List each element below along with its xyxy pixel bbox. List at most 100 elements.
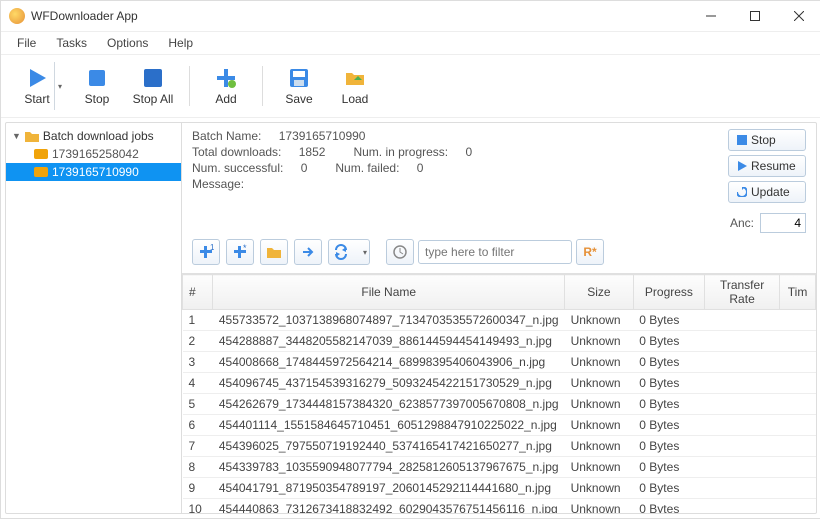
table-row[interactable]: 10454440863_7312673418832492_60290435767…	[183, 499, 816, 514]
col-time[interactable]: Tim	[780, 275, 816, 310]
table-row[interactable]: 1455733572_1037138968074897_713470353557…	[183, 310, 816, 331]
cell-time	[780, 310, 816, 331]
batch-stop-label: Stop	[751, 133, 776, 147]
plus-icon	[214, 66, 238, 90]
toolbar-separator	[262, 66, 263, 106]
cell-progress: 0 Bytes	[633, 457, 704, 478]
batch-update-label: Update	[751, 185, 790, 199]
tree-item-label: 1739165258042	[52, 147, 139, 161]
add-many-button[interactable]: *	[226, 239, 254, 265]
cell-time	[780, 499, 816, 514]
export-button[interactable]	[294, 239, 322, 265]
regex-filter-button[interactable]: R*	[576, 239, 604, 265]
col-rate[interactable]: Transfer Rate	[705, 275, 780, 310]
cell-size: Unknown	[565, 373, 634, 394]
refresh-icon	[737, 187, 747, 197]
cell-rate	[705, 478, 780, 499]
add-label: Add	[215, 92, 236, 106]
table-row[interactable]: 3454008668_1748445972564214_689983954060…	[183, 352, 816, 373]
menu-file[interactable]: File	[9, 34, 44, 52]
table-row[interactable]: 9454041791_871950354789197_2060145292114…	[183, 478, 816, 499]
batch-controls: Stop Resume Update Anc:	[728, 129, 806, 233]
inprog-value: 0	[465, 145, 472, 159]
schedule-button[interactable]	[386, 239, 414, 265]
col-size[interactable]: Size	[565, 275, 634, 310]
cell-file: 454339783_1035590948077794_2825812605137…	[213, 457, 565, 478]
cell-num: 1	[183, 310, 213, 331]
job-tree: ▼ Batch download jobs 1739165258042 17391…	[6, 123, 182, 513]
open-folder-button[interactable]	[260, 239, 288, 265]
cell-num: 10	[183, 499, 213, 514]
cell-size: Unknown	[565, 478, 634, 499]
batch-stop-button[interactable]: Stop	[728, 129, 806, 151]
col-num[interactable]: #	[183, 275, 213, 310]
cell-progress: 0 Bytes	[633, 415, 704, 436]
filter-input[interactable]	[418, 240, 572, 264]
stopall-label: Stop All	[133, 92, 174, 106]
batch-update-button[interactable]: Update	[728, 181, 806, 203]
cell-file: 454288887_3448205582147039_8861445944541…	[213, 331, 565, 352]
anc-input[interactable]	[760, 213, 806, 233]
stop-button[interactable]: Stop	[73, 62, 121, 110]
cell-file: 455733572_1037138968074897_7134703535572…	[213, 310, 565, 331]
cell-num: 7	[183, 436, 213, 457]
table-row[interactable]: 7454396025_797550719192440_5374165417421…	[183, 436, 816, 457]
menu-help[interactable]: Help	[160, 34, 201, 52]
downloads-table[interactable]: # File Name Size Progress Transfer Rate …	[182, 273, 816, 513]
start-dropdown-caret[interactable]: ▾	[54, 62, 65, 110]
detail-pane: Batch Name: 1739165710990 Total download…	[182, 123, 816, 513]
cell-progress: 0 Bytes	[633, 373, 704, 394]
cell-file: 454041791_871950354789197_20601452921144…	[213, 478, 565, 499]
cell-time	[780, 415, 816, 436]
job-icon	[34, 167, 48, 177]
stopall-button[interactable]: Stop All	[129, 62, 177, 110]
save-button[interactable]: Save	[275, 62, 323, 110]
cell-size: Unknown	[565, 310, 634, 331]
subtoolbar: 1 * ▾ R*	[182, 235, 816, 269]
cell-rate	[705, 373, 780, 394]
cell-progress: 0 Bytes	[633, 310, 704, 331]
table-row[interactable]: 8454339783_1035590948077794_282581260513…	[183, 457, 816, 478]
load-button[interactable]: Load	[331, 62, 379, 110]
table-row[interactable]: 5454262679_1734448157384320_623857739700…	[183, 394, 816, 415]
svg-text:1: 1	[210, 244, 214, 252]
col-file[interactable]: File Name	[213, 275, 565, 310]
total-label: Total downloads:	[192, 145, 281, 159]
table-row[interactable]: 2454288887_3448205582147039_886144594454…	[183, 331, 816, 352]
batch-name-value: 1739165710990	[279, 129, 366, 143]
add-button[interactable]: Add	[202, 62, 250, 110]
table-row[interactable]: 6454401114_1551584645710451_605129884791…	[183, 415, 816, 436]
tree-item[interactable]: 1739165258042	[6, 145, 181, 163]
cell-rate	[705, 310, 780, 331]
sync-button[interactable]: ▾	[328, 239, 370, 265]
anc-label: Anc:	[730, 216, 754, 230]
cell-file: 454262679_1734448157384320_6238577397005…	[213, 394, 565, 415]
cell-rate	[705, 499, 780, 514]
maximize-button[interactable]	[733, 1, 777, 31]
start-label: Start	[24, 92, 49, 106]
table-row[interactable]: 4454096745_437154539316279_5093245422151…	[183, 373, 816, 394]
menu-tasks[interactable]: Tasks	[48, 34, 95, 52]
batch-resume-button[interactable]: Resume	[728, 155, 806, 177]
cell-rate	[705, 457, 780, 478]
minimize-button[interactable]	[689, 1, 733, 31]
load-label: Load	[342, 92, 369, 106]
start-button[interactable]: Start ▾	[9, 62, 65, 110]
content: ▼ Batch download jobs 1739165258042 17391…	[5, 122, 817, 514]
save-icon	[287, 66, 311, 90]
chevron-down-icon: ▾	[363, 248, 367, 257]
cell-rate	[705, 331, 780, 352]
tree-item[interactable]: 1739165710990	[6, 163, 181, 181]
cell-num: 5	[183, 394, 213, 415]
toolbar-separator	[189, 66, 190, 106]
close-button[interactable]	[777, 1, 820, 31]
tree-root[interactable]: ▼ Batch download jobs	[6, 127, 181, 145]
add-one-button[interactable]: 1	[192, 239, 220, 265]
cell-progress: 0 Bytes	[633, 352, 704, 373]
menu-options[interactable]: Options	[99, 34, 156, 52]
batch-info: Batch Name: 1739165710990 Total download…	[192, 129, 500, 191]
job-icon	[34, 149, 48, 159]
msg-label: Message:	[192, 177, 244, 191]
cell-time	[780, 373, 816, 394]
col-progress[interactable]: Progress	[633, 275, 704, 310]
